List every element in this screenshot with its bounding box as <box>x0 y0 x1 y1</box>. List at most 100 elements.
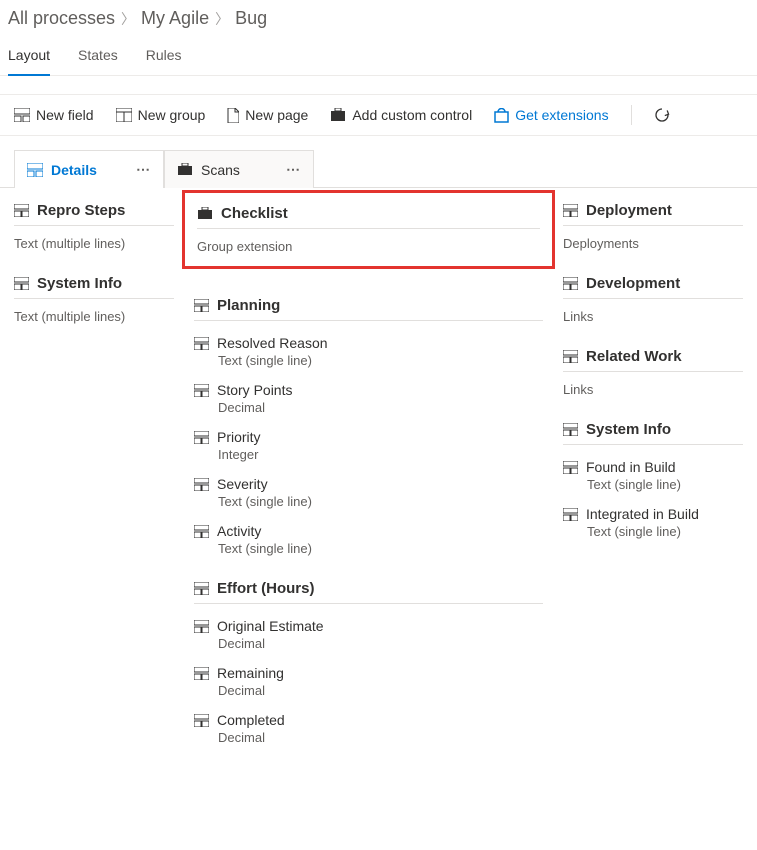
toolbar: New field New group New page Add custom … <box>0 94 757 136</box>
field-label: Original Estimate <box>217 618 324 634</box>
field-label: Severity <box>217 476 268 492</box>
group-repro-steps-title: Repro Steps <box>37 202 125 219</box>
page-icon <box>227 108 239 123</box>
field-icon <box>563 461 578 474</box>
group-deployment[interactable]: Deployment Deployments <box>563 202 743 251</box>
field-type: Integer <box>194 447 543 462</box>
group-effort[interactable]: Effort (Hours) Original EstimateDecimalR… <box>194 580 543 745</box>
field-label: Found in Build <box>586 459 676 475</box>
tab-rules[interactable]: Rules <box>146 37 182 75</box>
page-tab-scans[interactable]: Scans ⋯ <box>164 150 314 188</box>
briefcase-icon <box>197 207 213 220</box>
briefcase-icon <box>330 108 346 122</box>
group-deployment-title: Deployment <box>586 202 672 219</box>
field-item[interactable]: Story PointsDecimal <box>194 382 543 415</box>
left-column: Repro Steps Text (multiple lines) System… <box>14 202 174 745</box>
highlighted-group: Checklist Group extension <box>182 190 555 269</box>
field-icon <box>194 384 209 397</box>
field-item[interactable]: Resolved ReasonText (single line) <box>194 335 543 368</box>
chevron-right-icon: 〉 <box>215 9 229 29</box>
page-tab-scans-label: Scans <box>201 162 240 178</box>
group-system-info-left-title: System Info <box>37 275 122 292</box>
group-related-work-sub: Links <box>563 372 743 397</box>
refresh-button[interactable] <box>654 107 670 123</box>
page-tab-scans-menu[interactable]: ⋯ <box>286 161 301 178</box>
field-item[interactable]: Priority Integer <box>194 429 543 462</box>
layout-icon <box>27 163 43 177</box>
group-planning[interactable]: Planning Resolved ReasonText (single lin… <box>194 297 543 556</box>
group-system-info-right[interactable]: System Info Found in Build Text (single l… <box>563 421 743 539</box>
field-item[interactable]: Remaining Decimal <box>194 665 543 698</box>
breadcrumb: All processes 〉 My Agile 〉 Bug <box>0 0 757 37</box>
field-label: Completed <box>217 712 285 728</box>
field-label: Priority <box>217 429 261 445</box>
bag-icon <box>494 108 509 123</box>
group-icon <box>14 204 29 217</box>
group-deployment-sub: Deployments <box>563 226 743 251</box>
group-checklist[interactable]: Checklist Group extension <box>197 205 540 254</box>
field-item[interactable]: Activity Text (single line) <box>194 523 543 556</box>
field-icon <box>194 620 209 633</box>
field-icon <box>194 337 209 350</box>
field-icon <box>14 108 30 122</box>
group-icon <box>563 350 578 363</box>
new-group-button[interactable]: New group <box>116 107 206 123</box>
new-field-button[interactable]: New field <box>14 107 94 123</box>
add-custom-control-button[interactable]: Add custom control <box>330 107 472 123</box>
group-system-info-right-title: System Info <box>586 421 671 438</box>
new-page-button[interactable]: New page <box>227 107 308 123</box>
field-label: Remaining <box>217 665 284 681</box>
field-type: Decimal <box>194 636 543 651</box>
group-development[interactable]: Development Links <box>563 275 743 324</box>
field-label: Activity <box>217 523 261 539</box>
field-item[interactable]: Severity Text (single line) <box>194 476 543 509</box>
field-item[interactable]: CompletedDecimal <box>194 712 543 745</box>
group-icon <box>14 277 29 290</box>
group-related-work[interactable]: Related Work Links <box>563 348 743 397</box>
tab-layout[interactable]: Layout <box>8 37 50 75</box>
field-icon <box>194 667 209 680</box>
new-group-label: New group <box>138 107 206 123</box>
field-label: Resolved Reason <box>217 335 328 351</box>
group-icon <box>563 204 578 217</box>
field-item[interactable]: Found in Build Text (single line) <box>563 459 743 492</box>
middle-column: Checklist Group extension Planning Resol… <box>194 202 543 745</box>
group-planning-title: Planning <box>217 297 280 314</box>
page-tab-details[interactable]: Details ⋯ <box>14 150 164 188</box>
new-page-label: New page <box>245 107 308 123</box>
group-icon <box>194 299 209 312</box>
field-type: Text (single line) <box>194 494 543 509</box>
field-item[interactable]: Integrated in BuildText (single line) <box>563 506 743 539</box>
get-extensions-button[interactable]: Get extensions <box>494 107 608 123</box>
field-item[interactable]: Original Estimate Decimal <box>194 618 543 651</box>
field-type: Decimal <box>194 683 543 698</box>
field-icon <box>194 478 209 491</box>
group-repro-steps[interactable]: Repro Steps Text (multiple lines) <box>14 202 174 251</box>
tab-states[interactable]: States <box>78 37 118 75</box>
briefcase-icon <box>177 163 193 176</box>
field-label: Story Points <box>217 382 292 398</box>
breadcrumb-process[interactable]: My Agile <box>141 8 209 29</box>
group-icon <box>563 277 578 290</box>
page-tabs: Details ⋯ Scans ⋯ <box>14 150 757 188</box>
new-field-label: New field <box>36 107 94 123</box>
field-icon <box>563 508 578 521</box>
group-icon <box>116 108 132 122</box>
breadcrumb-workitem[interactable]: Bug <box>235 8 267 29</box>
layout-content: Repro Steps Text (multiple lines) System… <box>0 187 757 775</box>
field-type: Text (single line) <box>194 541 543 556</box>
get-extensions-label: Get extensions <box>515 107 608 123</box>
group-system-info-left[interactable]: System Info Text (multiple lines) <box>14 275 174 324</box>
group-icon <box>194 582 209 595</box>
field-label: Integrated in Build <box>586 506 699 522</box>
top-tabbar: Layout States Rules <box>0 37 757 76</box>
page-tab-details-label: Details <box>51 162 97 178</box>
group-checklist-sub: Group extension <box>197 229 540 254</box>
group-icon <box>563 423 578 436</box>
field-type: Text (single line) <box>563 477 743 492</box>
field-icon <box>194 525 209 538</box>
page-tab-details-menu[interactable]: ⋯ <box>136 161 151 178</box>
toolbar-separator <box>631 105 632 125</box>
breadcrumb-root[interactable]: All processes <box>8 8 115 29</box>
right-column: Deployment Deployments Development Links… <box>563 202 743 745</box>
